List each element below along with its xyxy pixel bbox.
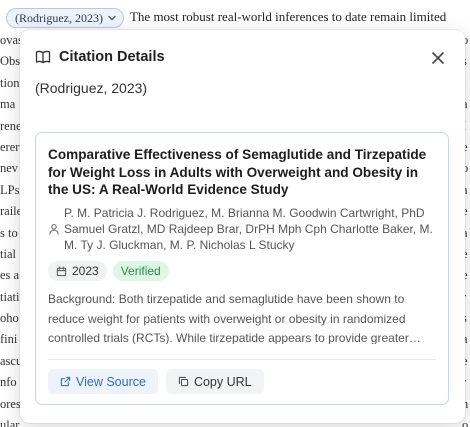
year-badge: 2023 — [48, 261, 107, 281]
card-divider — [48, 359, 436, 360]
copy-icon — [178, 376, 189, 387]
chevron-down-icon — [108, 15, 116, 21]
close-icon[interactable] — [430, 50, 446, 66]
document-text: The most robust real-world inferences to… — [129, 9, 447, 24]
popover-header: Citation Details — [35, 49, 165, 65]
book-open-icon — [35, 50, 51, 64]
copy-url-button[interactable]: Copy URL — [165, 369, 264, 394]
year-label: 2023 — [72, 264, 99, 278]
source-card: Comparative Effectiveness of Semaglutide… — [35, 132, 449, 405]
verified-badge: Verified — [112, 261, 169, 281]
popover-title: Citation Details — [59, 49, 165, 65]
external-link-icon — [60, 376, 71, 387]
card-actions: View Source Copy URL — [48, 369, 264, 394]
view-source-label: View Source — [76, 374, 146, 389]
citation-chip[interactable]: (Rodriguez, 2023) — [6, 8, 124, 29]
source-meta: 2023 Verified — [48, 261, 169, 281]
source-title: Comparative Effectiveness of Semaglutide… — [48, 147, 427, 197]
source-abstract: Background: Both tirzepatide and semaglu… — [48, 292, 409, 344]
copy-url-label: Copy URL — [193, 374, 252, 389]
user-icon — [49, 224, 59, 235]
source-authors: P. M. Patricia J. Rodriguez, M. Brianna … — [64, 206, 433, 252]
calendar-icon — [56, 266, 67, 276]
citation-popover: Citation Details (Rodriguez, 2023) Compa… — [20, 30, 465, 423]
view-source-button[interactable]: View Source — [48, 369, 158, 394]
document-first-line: (Rodriguez, 2023) The most robust real-w… — [0, 6, 470, 29]
popover-citation: (Rodriguez, 2023) — [35, 80, 148, 96]
source-authors-row: P. M. Patricia J. Rodriguez, M. Brianna … — [48, 205, 440, 253]
citation-chip-label: (Rodriguez, 2023) — [15, 11, 103, 26]
